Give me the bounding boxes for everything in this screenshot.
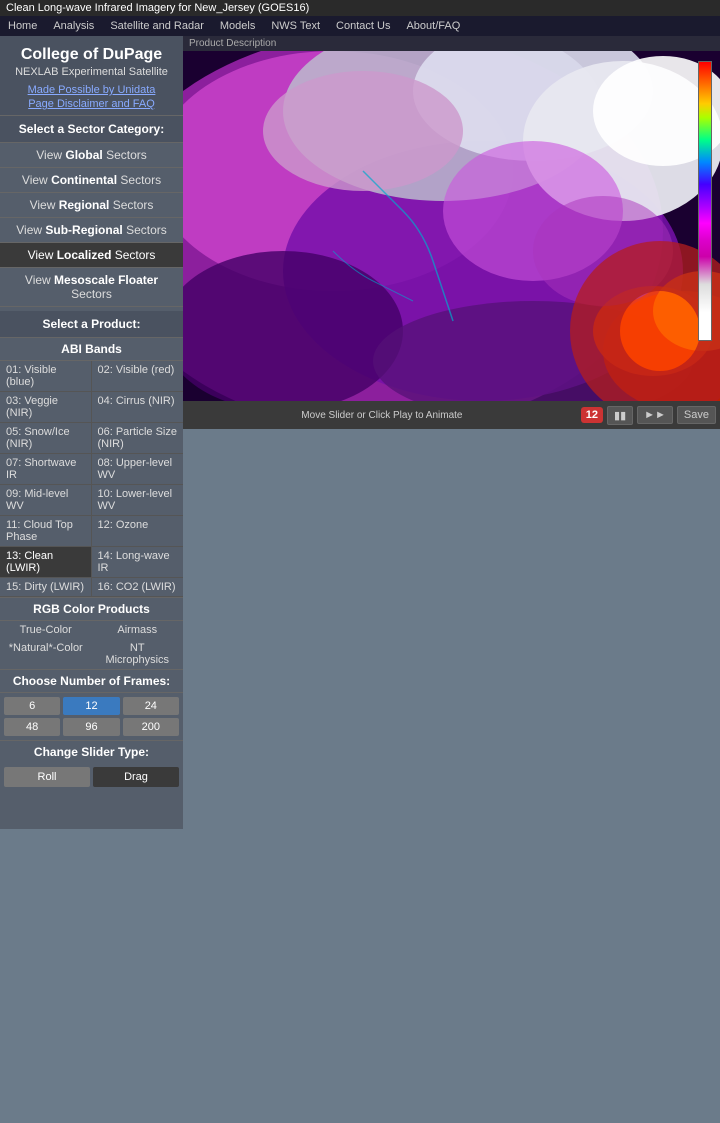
product-header: Select a Product:	[0, 311, 183, 338]
band-item-01[interactable]: 01: Visible (blue)	[0, 361, 92, 392]
main-layout: College of DuPage NEXLAB Experimental Sa…	[0, 36, 720, 829]
nav-item-home[interactable]: Home	[0, 16, 45, 36]
sidebar: College of DuPage NEXLAB Experimental Sa…	[0, 36, 183, 829]
frame-btn-48[interactable]: 48	[4, 718, 60, 736]
nav-item-analysis[interactable]: Analysis	[45, 16, 102, 36]
sector-link-regional[interactable]: View Regional Sectors	[0, 193, 183, 218]
rgb-grid: True-ColorAirmass*Natural*-ColorNT Micro…	[0, 621, 183, 670]
nav-item-contact[interactable]: Contact Us	[328, 16, 398, 36]
page-title: Clean Long-wave Infrared Imagery for New…	[6, 2, 714, 14]
satellite-image	[183, 51, 720, 401]
band-item-04[interactable]: 04: Cirrus (NIR)	[92, 392, 184, 423]
sector-link-localized[interactable]: View Localized Sectors	[0, 243, 183, 268]
sector-link-global[interactable]: View Global Sectors	[0, 143, 183, 168]
band-item-12[interactable]: 12: Ozone	[92, 516, 184, 547]
nav-item-about[interactable]: About/FAQ	[398, 16, 468, 36]
frames-grid: 61224 4896200	[0, 693, 183, 740]
frame-btn-96[interactable]: 96	[63, 718, 119, 736]
title-bar: Clean Long-wave Infrared Imagery for New…	[0, 0, 720, 16]
band-item-16[interactable]: 16: CO2 (LWIR)	[92, 578, 184, 597]
nav-bar: HomeAnalysisSatellite and RadarModelsNWS…	[0, 16, 720, 36]
band-item-05[interactable]: 05: Snow/Ice (NIR)	[0, 423, 92, 454]
college-name: College of DuPage	[5, 46, 178, 64]
college-header: College of DuPage NEXLAB Experimental Sa…	[0, 36, 183, 116]
content-area: Product Description	[183, 36, 720, 829]
band-item-11[interactable]: 11: Cloud Top Phase	[0, 516, 92, 547]
frames-header: Choose Number of Frames:	[0, 670, 183, 693]
sector-link-mesoscale[interactable]: View Mesoscale Floater Sectors	[0, 268, 183, 307]
rgb-header: RGB Color Products	[0, 598, 183, 621]
band-item-10[interactable]: 10: Lower-level WV	[92, 485, 184, 516]
nav-item-nws-text[interactable]: NWS Text	[263, 16, 328, 36]
disclaimer-link[interactable]: Page Disclaimer and FAQ	[5, 98, 178, 110]
nav-item-satellite-radar[interactable]: Satellite and Radar	[102, 16, 212, 36]
slider-btn-drag[interactable]: Drag	[93, 767, 179, 787]
animation-instruction: Move Slider or Click Play to Animate	[187, 410, 577, 421]
sector-category-header: Select a Sector Category:	[0, 116, 183, 143]
band-item-07[interactable]: 07: Shortwave IR	[0, 454, 92, 485]
save-button[interactable]: Save	[677, 406, 716, 424]
frame-btn-12[interactable]: 12	[63, 697, 119, 715]
band-item-03[interactable]: 03: Veggie (NIR)	[0, 392, 92, 423]
below-image	[183, 429, 720, 829]
slider-header: Change Slider Type:	[0, 740, 183, 763]
unidata-link[interactable]: Made Possible by Unidata	[5, 84, 178, 96]
bands-grid: 01: Visible (blue)02: Visible (red)03: V…	[0, 361, 183, 598]
band-item-09[interactable]: 09: Mid-level WV	[0, 485, 92, 516]
slider-grid: RollDrag	[0, 763, 183, 791]
abi-bands-header: ABI Bands	[0, 338, 183, 361]
band-item-08[interactable]: 08: Upper-level WV	[92, 454, 184, 485]
band-item-13[interactable]: 13: Clean (LWIR)	[0, 547, 92, 578]
frame-btn-6[interactable]: 6	[4, 697, 60, 715]
animation-bar: Move Slider or Click Play to Animate 12 …	[183, 401, 720, 429]
stop-button[interactable]: ▮▮	[607, 406, 633, 425]
frame-count-badge: 12	[581, 407, 603, 423]
rgb-item-nt-microphysics[interactable]: NT Microphysics	[92, 639, 184, 669]
band-item-15[interactable]: 15: Dirty (LWIR)	[0, 578, 92, 597]
nexlab-title: NEXLAB Experimental Satellite	[5, 66, 178, 78]
frame-btn-200[interactable]: 200	[123, 718, 179, 736]
band-item-06[interactable]: 06: Particle Size (NIR)	[92, 423, 184, 454]
sector-link-continental[interactable]: View Continental Sectors	[0, 168, 183, 193]
slider-btn-roll[interactable]: Roll	[4, 767, 90, 787]
nav-item-models[interactable]: Models	[212, 16, 263, 36]
band-item-14[interactable]: 14: Long-wave IR	[92, 547, 184, 578]
rgb-item-true-color[interactable]: True-Color	[0, 621, 92, 639]
sector-links-container: View Global SectorsView Continental Sect…	[0, 143, 183, 307]
rgb-item-natural-color[interactable]: *Natural*-Color	[0, 639, 92, 669]
sector-link-subregional[interactable]: View Sub-Regional Sectors	[0, 218, 183, 243]
step-forward-button[interactable]: ►►	[637, 406, 673, 424]
frame-btn-24[interactable]: 24	[123, 697, 179, 715]
rgb-item-airmass[interactable]: Airmass	[92, 621, 184, 639]
image-header: Product Description	[183, 36, 720, 51]
band-item-02[interactable]: 02: Visible (red)	[92, 361, 184, 392]
colorbar	[698, 61, 712, 341]
